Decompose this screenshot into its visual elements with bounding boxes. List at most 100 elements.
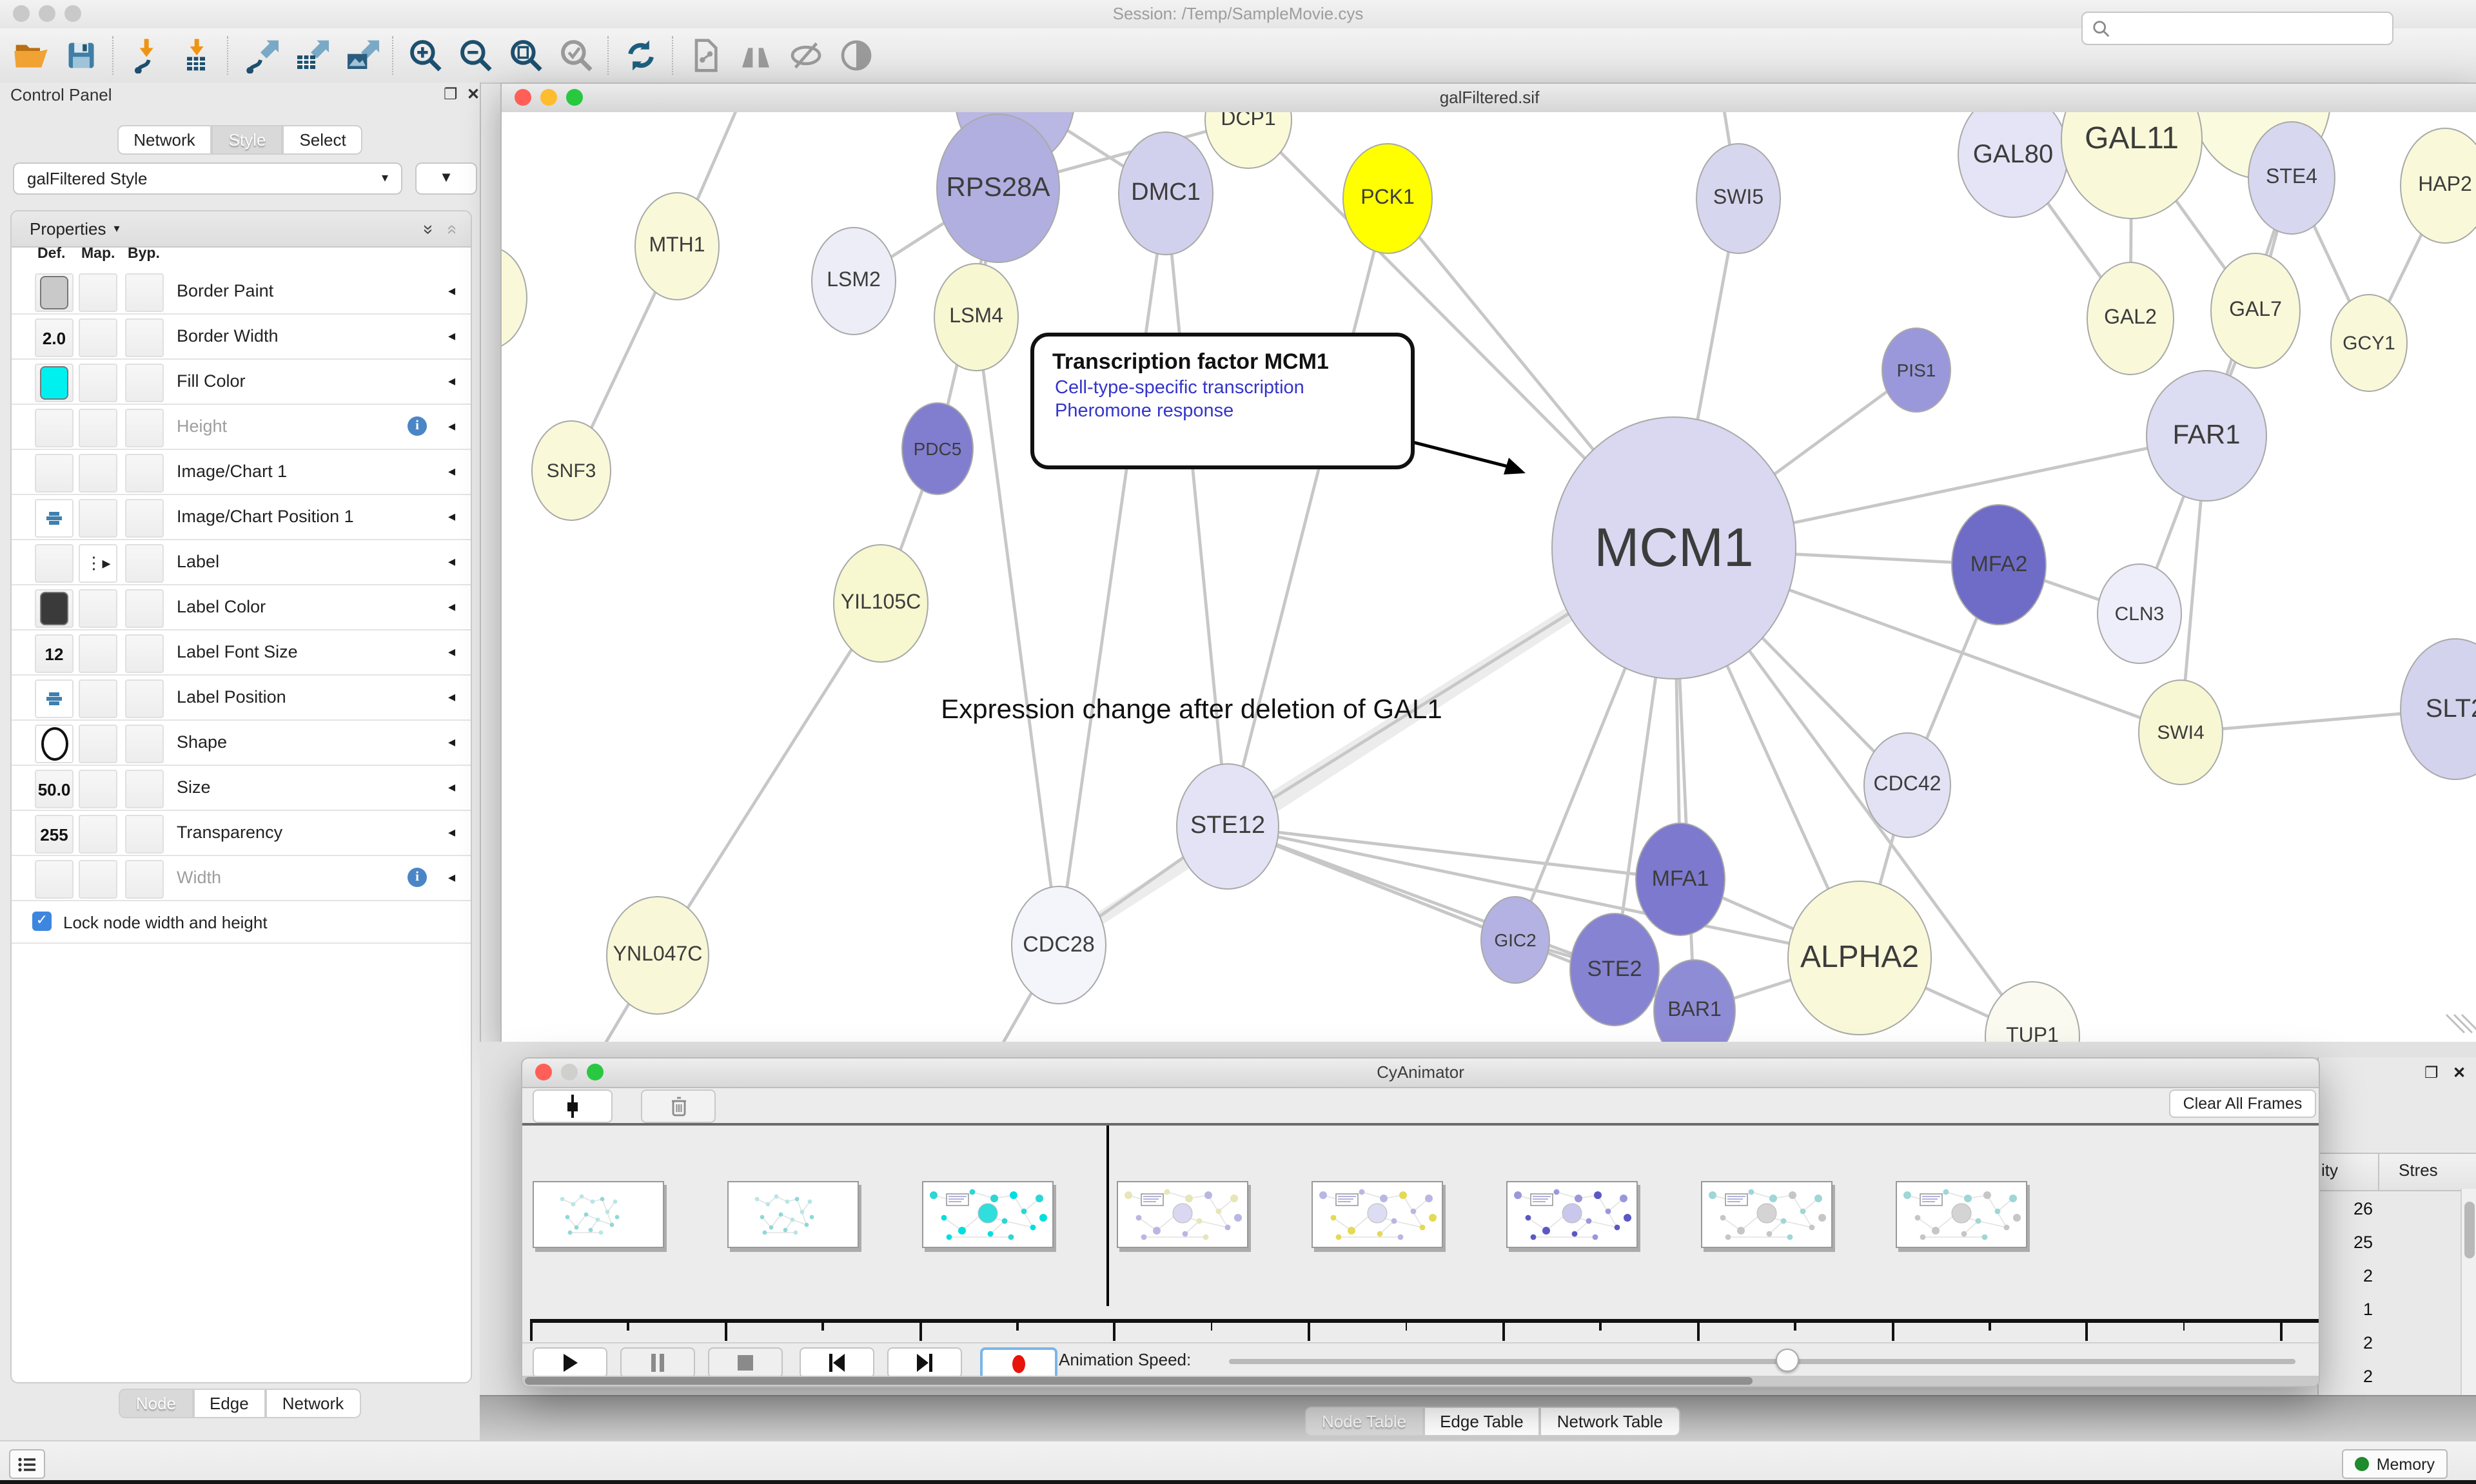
- table-scrollbar-thumb[interactable]: [2464, 1202, 2475, 1258]
- def-cell[interactable]: [35, 544, 74, 583]
- close-panel-icon[interactable]: ✕: [467, 85, 480, 103]
- property-row[interactable]: 255Transparency◂: [12, 811, 471, 856]
- expand-row-icon[interactable]: ◂: [448, 630, 455, 674]
- lock-checkbox[interactable]: ✓: [32, 912, 52, 931]
- expand-row-icon[interactable]: ◂: [448, 360, 455, 404]
- tab-edge-table[interactable]: Edge Table: [1423, 1407, 1540, 1436]
- play-button[interactable]: [533, 1347, 607, 1378]
- tab-node[interactable]: Node: [119, 1389, 193, 1418]
- byp-cell[interactable]: [125, 679, 164, 718]
- def-cell[interactable]: 255: [35, 815, 74, 854]
- def-cell[interactable]: 12: [35, 634, 74, 673]
- animation-speed-slider[interactable]: [1229, 1359, 2295, 1364]
- export-image-icon[interactable]: [342, 36, 380, 75]
- close-window-icon[interactable]: [535, 1064, 552, 1080]
- minimize-window-icon[interactable]: [540, 89, 557, 106]
- tab-network[interactable]: Network: [117, 125, 211, 155]
- property-row[interactable]: Widthi◂: [12, 856, 471, 901]
- frame-thumbnail-4[interactable]: [1312, 1181, 1443, 1248]
- map-cell[interactable]: [79, 860, 117, 899]
- close-window-icon[interactable]: [515, 89, 531, 106]
- network-window-titlebar[interactable]: galFiltered.sif: [502, 84, 2476, 113]
- property-row[interactable]: Image/Chart 1◂: [12, 450, 471, 495]
- frame-thumbnail-0[interactable]: [533, 1181, 664, 1248]
- refresh-icon[interactable]: [622, 36, 660, 75]
- byp-cell[interactable]: [125, 364, 164, 402]
- byp-cell[interactable]: [125, 318, 164, 357]
- close-window-icon[interactable]: [13, 5, 30, 22]
- save-session-icon[interactable]: [62, 36, 101, 75]
- frame-thumbnail-3[interactable]: [1117, 1181, 1248, 1248]
- byp-cell[interactable]: [125, 725, 164, 763]
- go-to-start-button[interactable]: [800, 1347, 874, 1378]
- task-history-button[interactable]: [9, 1449, 45, 1479]
- zoom-out-icon[interactable]: [457, 36, 495, 75]
- zoom-fit-icon[interactable]: [507, 36, 545, 75]
- cyanimator-scrollbar[interactable]: [522, 1376, 2319, 1386]
- go-to-end-button[interactable]: [887, 1347, 962, 1378]
- pause-button[interactable]: [620, 1347, 695, 1378]
- byp-cell[interactable]: [125, 454, 164, 493]
- map-cell[interactable]: [79, 273, 117, 312]
- zoom-window-icon[interactable]: [64, 5, 81, 22]
- column-divider[interactable]: [2378, 1154, 2379, 1190]
- cyanimator-timeline[interactable]: 0123456789 Seconds: [522, 1126, 2319, 1342]
- def-cell[interactable]: [35, 499, 74, 538]
- add-frame-button[interactable]: [533, 1089, 613, 1123]
- byp-cell[interactable]: [125, 409, 164, 447]
- expand-row-icon[interactable]: ◂: [448, 676, 455, 719]
- property-row[interactable]: 12Label Font Size◂: [12, 630, 471, 676]
- property-row[interactable]: Shape◂: [12, 721, 471, 766]
- memory-button[interactable]: Memory: [2342, 1449, 2448, 1479]
- expand-row-icon[interactable]: ◂: [448, 811, 455, 855]
- def-cell[interactable]: [35, 725, 74, 763]
- expand-all-icon[interactable]: »: [420, 224, 440, 234]
- map-cell[interactable]: [79, 815, 117, 854]
- annotation-link[interactable]: Pheromone response: [1055, 401, 1411, 422]
- map-cell[interactable]: [79, 634, 117, 673]
- tab-network-bottom[interactable]: Network: [266, 1389, 360, 1418]
- zoom-selected-icon[interactable]: [557, 36, 596, 75]
- expand-row-icon[interactable]: ◂: [448, 450, 455, 494]
- hide-graphics-icon[interactable]: [787, 36, 825, 75]
- property-row[interactable]: Border Paint◂: [12, 269, 471, 315]
- def-cell[interactable]: [35, 409, 74, 447]
- import-table-icon[interactable]: [177, 36, 215, 75]
- annotation-callout[interactable]: Transcription factor MCM1 Cell-type-spec…: [1030, 333, 1415, 469]
- expand-row-icon[interactable]: ◂: [448, 721, 455, 765]
- property-row[interactable]: Image/Chart Position 1◂: [12, 495, 471, 540]
- frame-thumbnail-6[interactable]: [1701, 1181, 1832, 1248]
- expand-row-icon[interactable]: ◂: [448, 495, 455, 539]
- style-selector[interactable]: galFiltered Style ▾: [13, 162, 402, 195]
- frame-thumbnail-2[interactable]: [922, 1181, 1054, 1248]
- def-cell[interactable]: [35, 589, 74, 628]
- property-row[interactable]: Label Position◂: [12, 676, 471, 721]
- def-cell[interactable]: [35, 273, 74, 312]
- frame-thumbnail-7[interactable]: [1896, 1181, 2027, 1248]
- zoom-in-icon[interactable]: [406, 36, 445, 75]
- map-cell[interactable]: [79, 679, 117, 718]
- style-options-button[interactable]: ▼: [415, 162, 477, 195]
- export-network-icon[interactable]: [241, 36, 280, 75]
- frame-thumbnail-1[interactable]: [727, 1181, 859, 1248]
- tab-network-table[interactable]: Network Table: [1540, 1407, 1680, 1436]
- network-file-icon[interactable]: [686, 36, 725, 75]
- minimize-window-icon[interactable]: [561, 1064, 578, 1080]
- def-cell[interactable]: [35, 679, 74, 718]
- export-table-icon[interactable]: [291, 36, 330, 75]
- expand-row-icon[interactable]: ◂: [448, 585, 455, 629]
- expand-row-icon[interactable]: ◂: [448, 856, 455, 900]
- byp-cell[interactable]: [125, 860, 164, 899]
- show-graphics-icon[interactable]: [837, 36, 876, 75]
- byp-cell[interactable]: [125, 544, 164, 583]
- cyanimator-titlebar[interactable]: CyAnimator: [522, 1059, 2319, 1088]
- tab-style[interactable]: Style: [212, 125, 283, 155]
- stop-button[interactable]: [708, 1347, 783, 1378]
- clear-all-frames-button[interactable]: Clear All Frames: [2169, 1089, 2316, 1118]
- delete-frame-button[interactable]: [641, 1089, 716, 1123]
- map-cell[interactable]: [79, 409, 117, 447]
- def-cell[interactable]: [35, 364, 74, 402]
- byp-cell[interactable]: [125, 499, 164, 538]
- map-cell[interactable]: [79, 364, 117, 402]
- scrollbar-thumb[interactable]: [525, 1377, 1753, 1385]
